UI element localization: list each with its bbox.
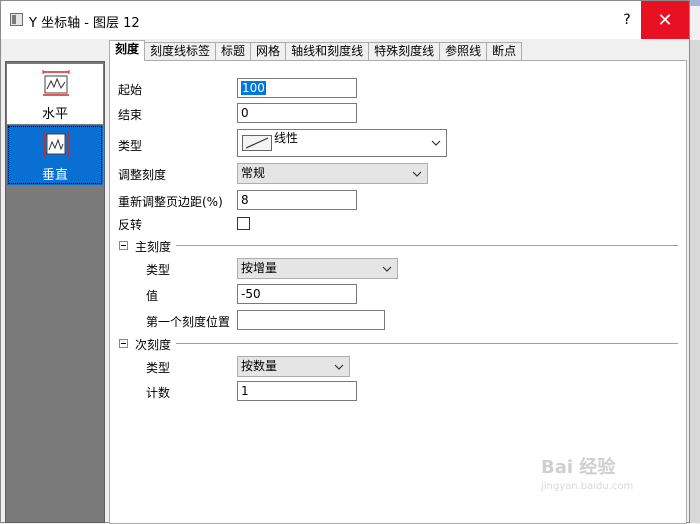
tab-line-ticks[interactable]: 轴线和刻度线 (285, 42, 370, 61)
vertical-axis-icon (43, 131, 69, 157)
tab-strip: 刻度 刻度线标签 标题 网格 轴线和刻度线 特殊刻度线 参照线 断点 (109, 40, 523, 61)
major-collapse-toggle[interactable] (119, 241, 128, 250)
start-label: 起始 (118, 83, 143, 97)
type-value: 线性 (274, 131, 299, 145)
minor-type-value: 按数量 (241, 359, 278, 373)
rescale-value: 常规 (241, 166, 266, 180)
tab-breaks[interactable]: 断点 (486, 42, 523, 61)
major-section-divider (176, 245, 678, 246)
tab-special-ticks[interactable]: 特殊刻度线 (368, 42, 441, 61)
window-title: Y 坐标轴 - 图层 12 (29, 16, 140, 31)
watermark-url: jingyan.baidu.com (541, 481, 634, 492)
major-type-value: 按增量 (241, 261, 278, 275)
rescale-select[interactable]: 常规 (237, 163, 428, 184)
axis-dialog: Y 坐标轴 - 图层 12 ? ✕ 水平 垂直 刻度 刻度线标签 标题 网格 轴… (0, 0, 690, 524)
window-icon (10, 13, 23, 26)
watermark: Bai 经验 jingyan.baidu.com (541, 453, 633, 492)
minor-count-label: 计数 (146, 386, 171, 400)
rescale-label: 调整刻度 (118, 168, 167, 182)
type-select[interactable]: 线性 (237, 129, 447, 157)
first-tick-label: 第一个刻度位置 (146, 315, 231, 329)
close-button[interactable]: ✕ (641, 1, 689, 39)
rescale-margin-label: 重新调整页边距(%) (118, 195, 223, 209)
minor-type-select[interactable]: 按数量 (237, 356, 350, 377)
chevron-down-icon (412, 164, 422, 183)
sidebar-item-vertical[interactable]: 垂直 (7, 125, 103, 185)
linear-scale-icon (242, 135, 272, 151)
sidebar-item-label: 水平 (41, 107, 68, 122)
minor-collapse-toggle[interactable] (119, 339, 128, 348)
first-tick-input[interactable] (237, 310, 385, 330)
start-value: 100 (241, 81, 266, 95)
sidebar-item-label: 垂直 (41, 168, 68, 183)
type-label: 类型 (118, 139, 143, 153)
watermark-logo-text: Bai 经验 (541, 457, 616, 478)
minor-section-divider (176, 343, 678, 344)
major-value-label: 值 (146, 289, 159, 303)
chevron-down-icon (382, 259, 392, 278)
rescale-margin-input[interactable]: 8 (237, 190, 357, 210)
tab-reference-lines[interactable]: 参照线 (439, 42, 488, 61)
major-ticks-heading: 主刻度 (135, 240, 172, 254)
tab-grid[interactable]: 网格 (250, 42, 287, 61)
tab-scale[interactable]: 刻度 (109, 40, 146, 61)
axis-sidebar: 水平 垂直 (5, 61, 105, 523)
major-value-input[interactable]: -50 (237, 284, 357, 304)
end-input[interactable]: 0 (237, 103, 357, 123)
chevron-down-icon (334, 357, 344, 376)
horizontal-axis-icon (42, 70, 70, 96)
sidebar-item-horizontal[interactable]: 水平 (7, 64, 103, 124)
tab-title[interactable]: 标题 (215, 42, 252, 61)
reverse-label: 反转 (118, 218, 143, 232)
major-type-label: 类型 (146, 263, 171, 277)
start-input[interactable]: 100 (237, 78, 357, 98)
title-bar: Y 坐标轴 - 图层 12 ? ✕ (1, 1, 689, 39)
end-label: 结束 (118, 108, 143, 122)
tab-tick-labels[interactable]: 刻度线标签 (144, 42, 217, 61)
reverse-checkbox[interactable] (237, 217, 250, 230)
major-type-select[interactable]: 按增量 (237, 258, 398, 279)
minor-count-input[interactable]: 1 (237, 381, 357, 401)
minor-type-label: 类型 (146, 361, 171, 375)
chevron-down-icon (431, 130, 441, 156)
minor-ticks-heading: 次刻度 (135, 338, 172, 352)
